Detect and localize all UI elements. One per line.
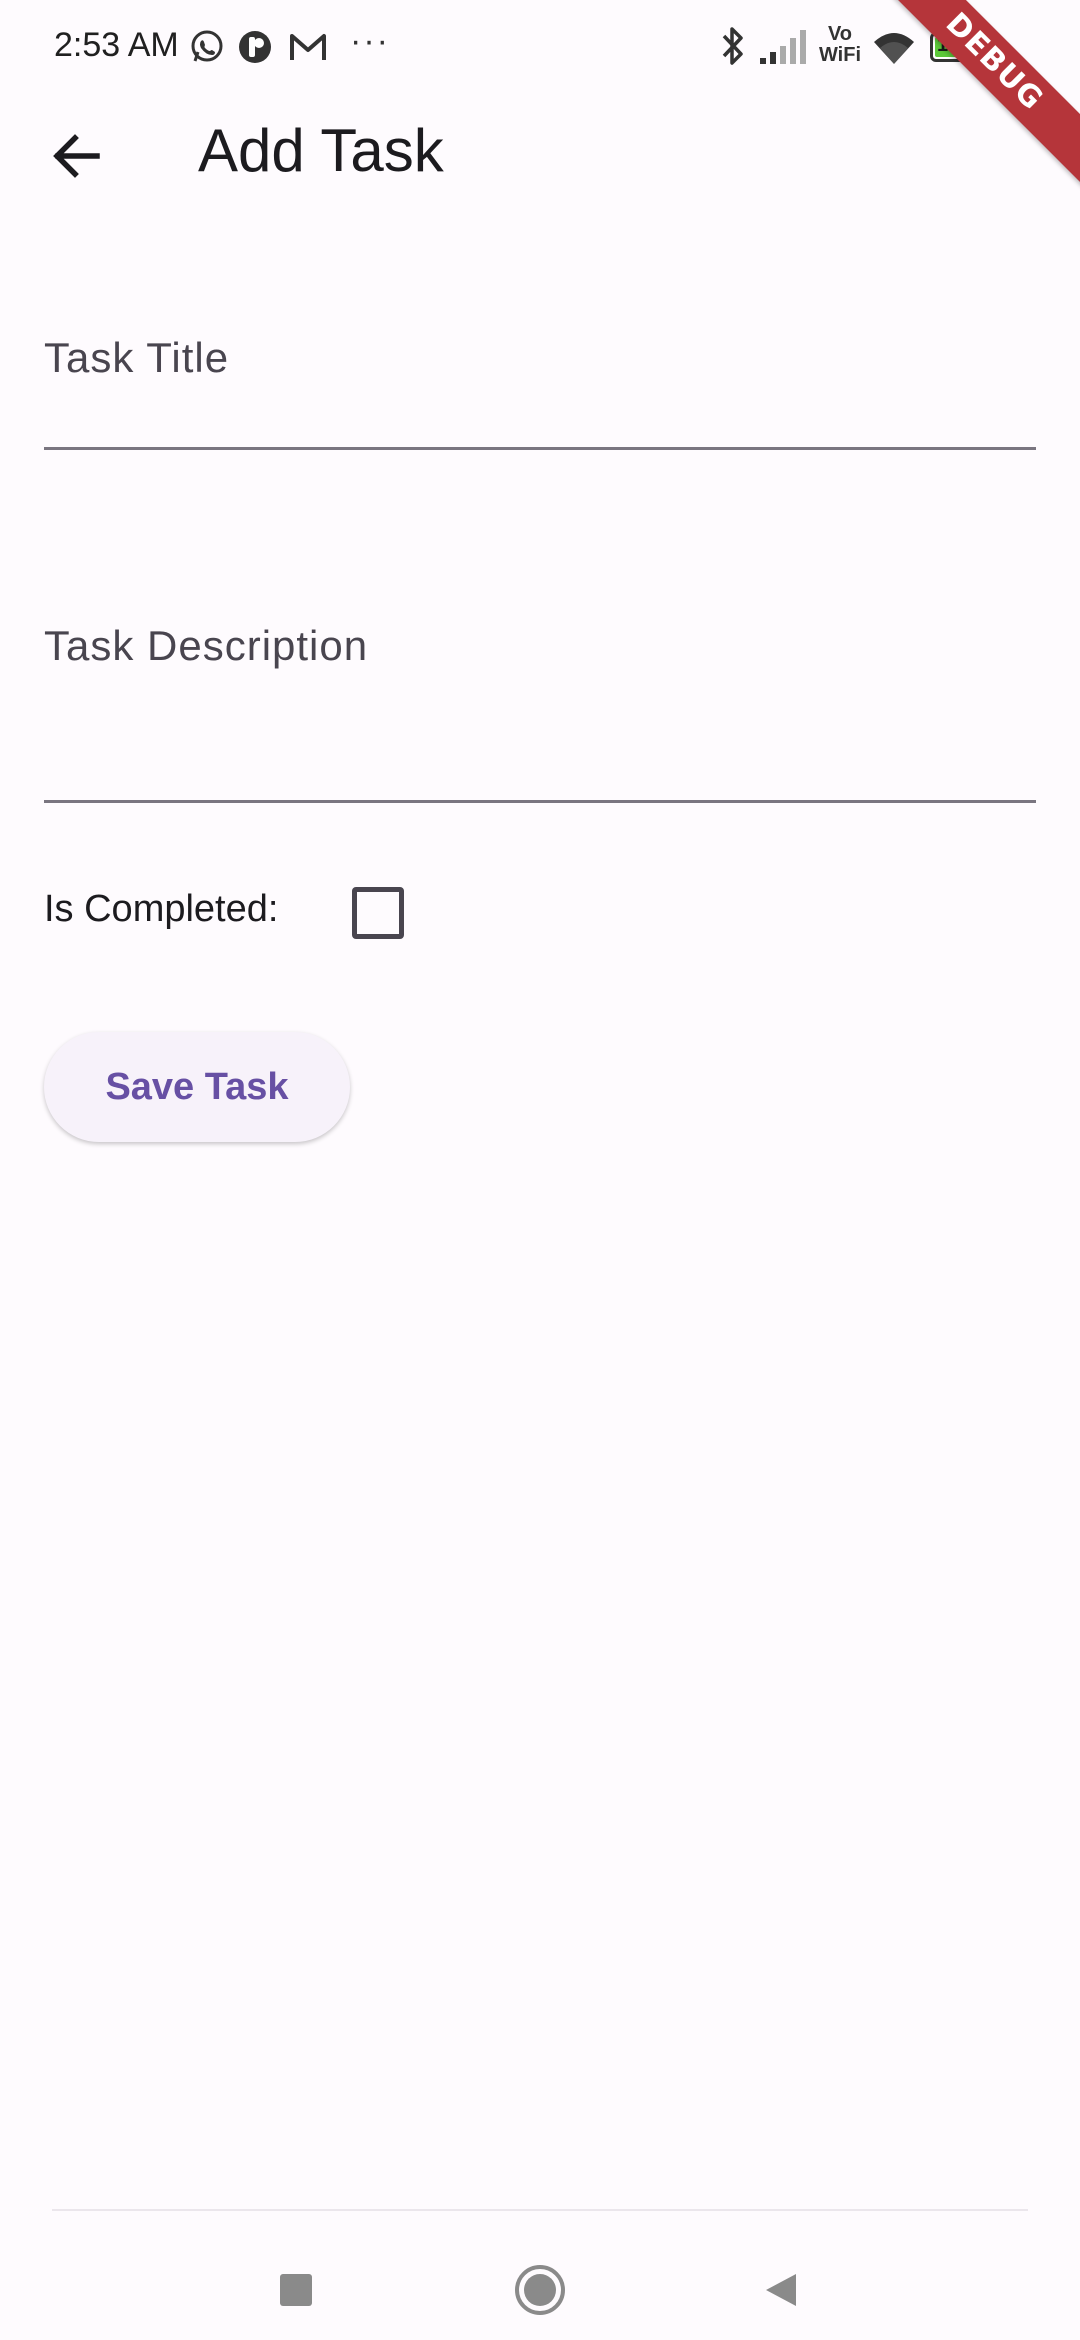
nav-divider (52, 2209, 1028, 2211)
back-icon (766, 2274, 796, 2306)
signal-icon (760, 30, 806, 64)
save-task-button[interactable]: Save Task (44, 1032, 350, 1142)
vowifi-bottom-label: WiFi (818, 44, 862, 66)
task-title-underline (44, 447, 1036, 450)
home-icon (515, 2265, 565, 2315)
is-completed-checkbox[interactable] (352, 887, 404, 939)
back-button[interactable] (28, 108, 124, 204)
app-icon (239, 31, 271, 63)
wifi-icon (874, 33, 914, 64)
save-task-label: Save Task (105, 1065, 289, 1108)
task-description-field[interactable]: Task Description (44, 606, 1036, 806)
system-back-button[interactable] (720, 2240, 840, 2340)
status-time: 2:53 AM (54, 26, 179, 64)
task-title-field[interactable]: Task Title (44, 320, 1036, 452)
is-completed-label: Is Completed: (44, 888, 279, 930)
page-title: Add Task (198, 117, 444, 184)
vowifi-top-label: Vo (827, 23, 853, 45)
arrow-back-icon (53, 134, 100, 178)
recents-icon (280, 2274, 312, 2306)
vowifi-indicator: Vo WiFi (816, 24, 864, 66)
recents-button[interactable] (236, 2240, 356, 2340)
task-title-label: Task Title (44, 334, 230, 381)
task-description-underline (44, 800, 1036, 803)
home-button[interactable] (480, 2240, 600, 2340)
bluetooth-icon (722, 27, 743, 65)
app-bar: Add Task (0, 96, 1080, 208)
gmail-icon (290, 34, 326, 60)
more-notifications-icon: ··· (350, 22, 390, 60)
task-description-label: Task Description (44, 622, 369, 669)
whatsapp-icon (191, 30, 223, 62)
